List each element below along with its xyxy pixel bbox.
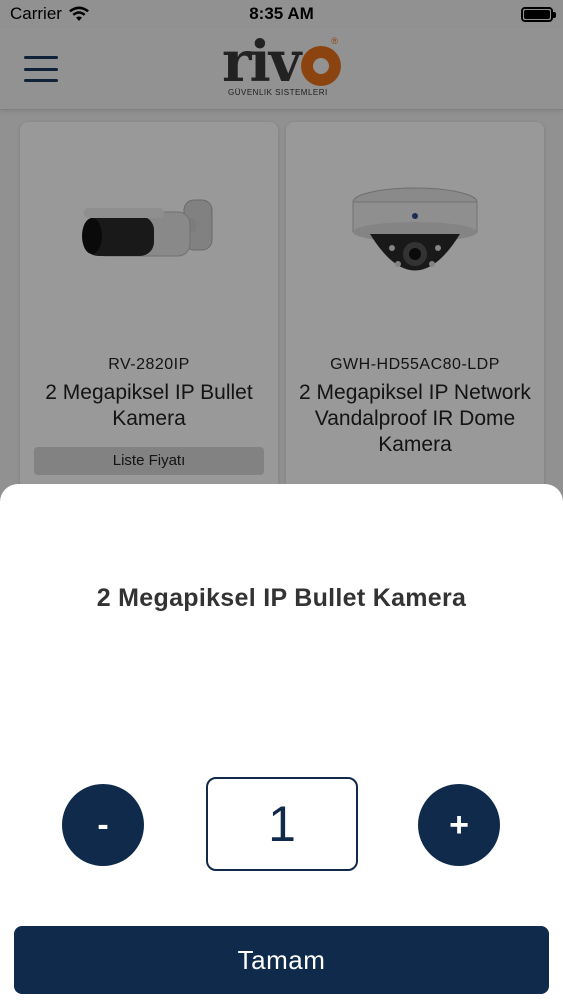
decrease-quantity-button[interactable]: - xyxy=(62,784,144,866)
status-left: Carrier xyxy=(10,4,90,24)
status-bar: Carrier 8:35 AM xyxy=(0,0,563,28)
carrier-label: Carrier xyxy=(10,4,62,23)
wifi-icon xyxy=(68,6,89,21)
status-time: 8:35 AM xyxy=(249,4,314,23)
sheet-title: 2 Megapiksel IP Bullet Kamera xyxy=(96,584,467,612)
quantity-input[interactable]: 1 xyxy=(206,777,358,871)
battery-icon xyxy=(521,6,556,22)
battery-fill xyxy=(524,9,550,19)
confirm-button[interactable]: Tamam xyxy=(14,926,549,994)
quantity-sheet: 2 Megapiksel IP Bullet Kamera - 1 + Tama… xyxy=(0,484,563,1000)
increase-quantity-button[interactable]: + xyxy=(418,784,500,866)
